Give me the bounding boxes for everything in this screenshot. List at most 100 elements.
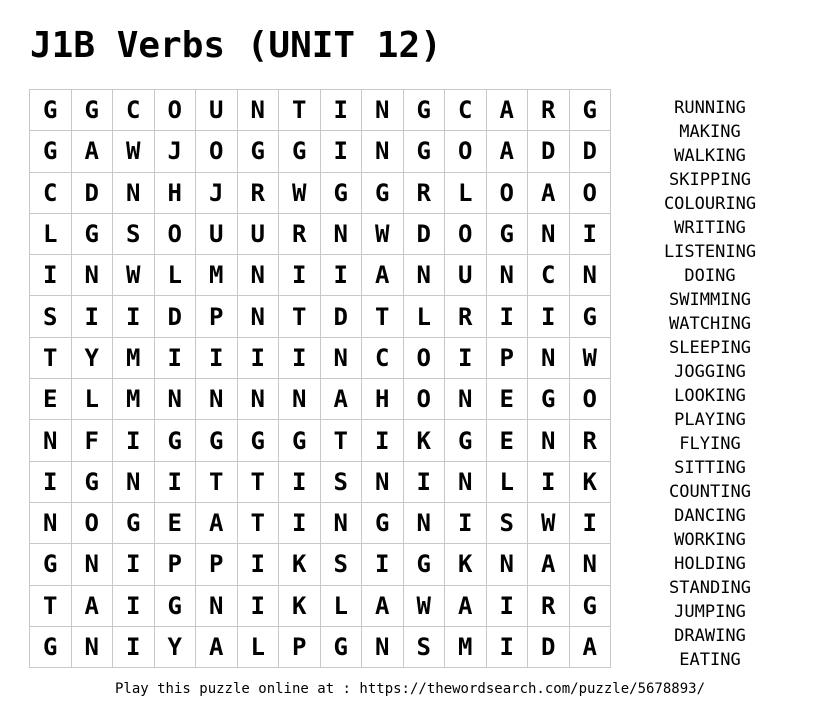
grid-cell[interactable]: Y bbox=[71, 337, 113, 380]
grid-cell[interactable]: N bbox=[320, 337, 362, 380]
grid-cell[interactable]: I bbox=[112, 626, 155, 669]
grid-cell[interactable]: U bbox=[237, 213, 279, 256]
grid-cell[interactable]: K bbox=[569, 461, 611, 503]
grid-cell[interactable]: G bbox=[569, 585, 611, 627]
grid-cell[interactable]: I bbox=[112, 585, 155, 627]
grid-cell[interactable]: W bbox=[112, 130, 155, 173]
grid-cell[interactable]: O bbox=[486, 172, 528, 214]
grid-cell[interactable]: G bbox=[29, 543, 72, 586]
grid-cell[interactable]: U bbox=[195, 89, 238, 132]
grid-cell[interactable]: C bbox=[444, 89, 487, 132]
grid-cell[interactable]: G bbox=[71, 89, 113, 132]
grid-cell[interactable]: O bbox=[71, 502, 113, 545]
grid-cell[interactable]: A bbox=[320, 378, 362, 421]
grid-cell[interactable]: I bbox=[403, 461, 445, 503]
grid-cell[interactable]: N bbox=[527, 337, 570, 380]
grid-cell[interactable]: G bbox=[569, 295, 611, 338]
grid-cell[interactable]: L bbox=[486, 461, 528, 503]
grid-cell[interactable]: I bbox=[195, 337, 238, 380]
grid-cell[interactable]: M bbox=[444, 626, 487, 669]
grid-cell[interactable]: A bbox=[195, 502, 238, 545]
grid-cell[interactable]: I bbox=[278, 461, 321, 503]
grid-cell[interactable]: D bbox=[527, 130, 570, 173]
grid-cell[interactable]: O bbox=[195, 130, 238, 173]
grid-cell[interactable]: I bbox=[237, 585, 279, 627]
grid-cell[interactable]: N bbox=[486, 254, 528, 297]
grid-cell[interactable]: G bbox=[569, 89, 611, 132]
grid-cell[interactable]: I bbox=[154, 461, 196, 503]
grid-cell[interactable]: N bbox=[361, 461, 404, 503]
grid-cell[interactable]: G bbox=[361, 502, 404, 545]
grid-cell[interactable]: I bbox=[112, 295, 155, 338]
grid-cell[interactable]: G bbox=[29, 89, 72, 132]
grid-cell[interactable]: E bbox=[154, 502, 196, 545]
grid-cell[interactable]: I bbox=[486, 585, 528, 627]
grid-cell[interactable]: R bbox=[527, 89, 570, 132]
grid-cell[interactable]: N bbox=[237, 254, 279, 297]
grid-cell[interactable]: G bbox=[71, 461, 113, 503]
grid-cell[interactable]: H bbox=[154, 172, 196, 214]
grid-cell[interactable]: G bbox=[29, 626, 72, 669]
grid-cell[interactable]: T bbox=[29, 337, 72, 380]
grid-cell[interactable]: G bbox=[320, 626, 362, 669]
grid-cell[interactable]: P bbox=[486, 337, 528, 380]
grid-cell[interactable]: A bbox=[71, 585, 113, 627]
grid-cell[interactable]: O bbox=[444, 213, 487, 256]
grid-cell[interactable]: A bbox=[486, 89, 528, 132]
grid-cell[interactable]: O bbox=[403, 337, 445, 380]
grid-cell[interactable]: R bbox=[278, 213, 321, 256]
grid-cell[interactable]: I bbox=[320, 254, 362, 297]
grid-cell[interactable]: E bbox=[29, 378, 72, 421]
grid-cell[interactable]: I bbox=[29, 461, 72, 503]
grid-cell[interactable]: I bbox=[527, 461, 570, 503]
grid-cell[interactable]: N bbox=[29, 502, 72, 545]
grid-cell[interactable]: L bbox=[237, 626, 279, 669]
grid-cell[interactable]: I bbox=[444, 502, 487, 545]
grid-cell[interactable]: A bbox=[361, 585, 404, 627]
grid-cell[interactable]: N bbox=[237, 295, 279, 338]
grid-cell[interactable]: A bbox=[569, 626, 611, 669]
grid-cell[interactable]: D bbox=[320, 295, 362, 338]
grid-cell[interactable]: R bbox=[237, 172, 279, 214]
grid-cell[interactable]: P bbox=[278, 626, 321, 669]
grid-cell[interactable]: N bbox=[237, 89, 279, 132]
grid-cell[interactable]: I bbox=[444, 337, 487, 380]
grid-cell[interactable]: A bbox=[527, 543, 570, 586]
grid-cell[interactable]: O bbox=[569, 378, 611, 421]
grid-cell[interactable]: N bbox=[320, 213, 362, 256]
grid-cell[interactable]: W bbox=[278, 172, 321, 214]
grid-cell[interactable]: N bbox=[486, 543, 528, 586]
grid-cell[interactable]: I bbox=[569, 213, 611, 256]
grid-cell[interactable]: T bbox=[237, 461, 279, 503]
grid-cell[interactable]: N bbox=[112, 172, 155, 214]
grid-cell[interactable]: N bbox=[361, 130, 404, 173]
grid-cell[interactable]: G bbox=[195, 419, 238, 462]
grid-cell[interactable]: S bbox=[112, 213, 155, 256]
grid-cell[interactable]: G bbox=[154, 585, 196, 627]
grid-cell[interactable]: G bbox=[237, 419, 279, 462]
grid-cell[interactable]: S bbox=[320, 543, 362, 586]
grid-cell[interactable]: I bbox=[320, 89, 362, 132]
grid-cell[interactable]: J bbox=[154, 130, 196, 173]
grid-cell[interactable]: N bbox=[154, 378, 196, 421]
grid-cell[interactable]: G bbox=[403, 130, 445, 173]
grid-cell[interactable]: G bbox=[403, 89, 445, 132]
grid-cell[interactable]: O bbox=[444, 130, 487, 173]
grid-cell[interactable]: N bbox=[527, 419, 570, 462]
grid-cell[interactable]: I bbox=[278, 254, 321, 297]
grid-cell[interactable]: R bbox=[527, 585, 570, 627]
grid-cell[interactable]: A bbox=[527, 172, 570, 214]
grid-cell[interactable]: G bbox=[403, 543, 445, 586]
grid-cell[interactable]: I bbox=[486, 626, 528, 669]
grid-cell[interactable]: L bbox=[320, 585, 362, 627]
grid-cell[interactable]: S bbox=[486, 502, 528, 545]
grid-cell[interactable]: N bbox=[444, 461, 487, 503]
grid-cell[interactable]: W bbox=[527, 502, 570, 545]
grid-cell[interactable]: G bbox=[320, 172, 362, 214]
grid-cell[interactable]: C bbox=[29, 172, 72, 214]
grid-cell[interactable]: R bbox=[403, 172, 445, 214]
grid-cell[interactable]: H bbox=[361, 378, 404, 421]
grid-cell[interactable]: T bbox=[195, 461, 238, 503]
grid-cell[interactable]: P bbox=[154, 543, 196, 586]
grid-cell[interactable]: N bbox=[527, 213, 570, 256]
